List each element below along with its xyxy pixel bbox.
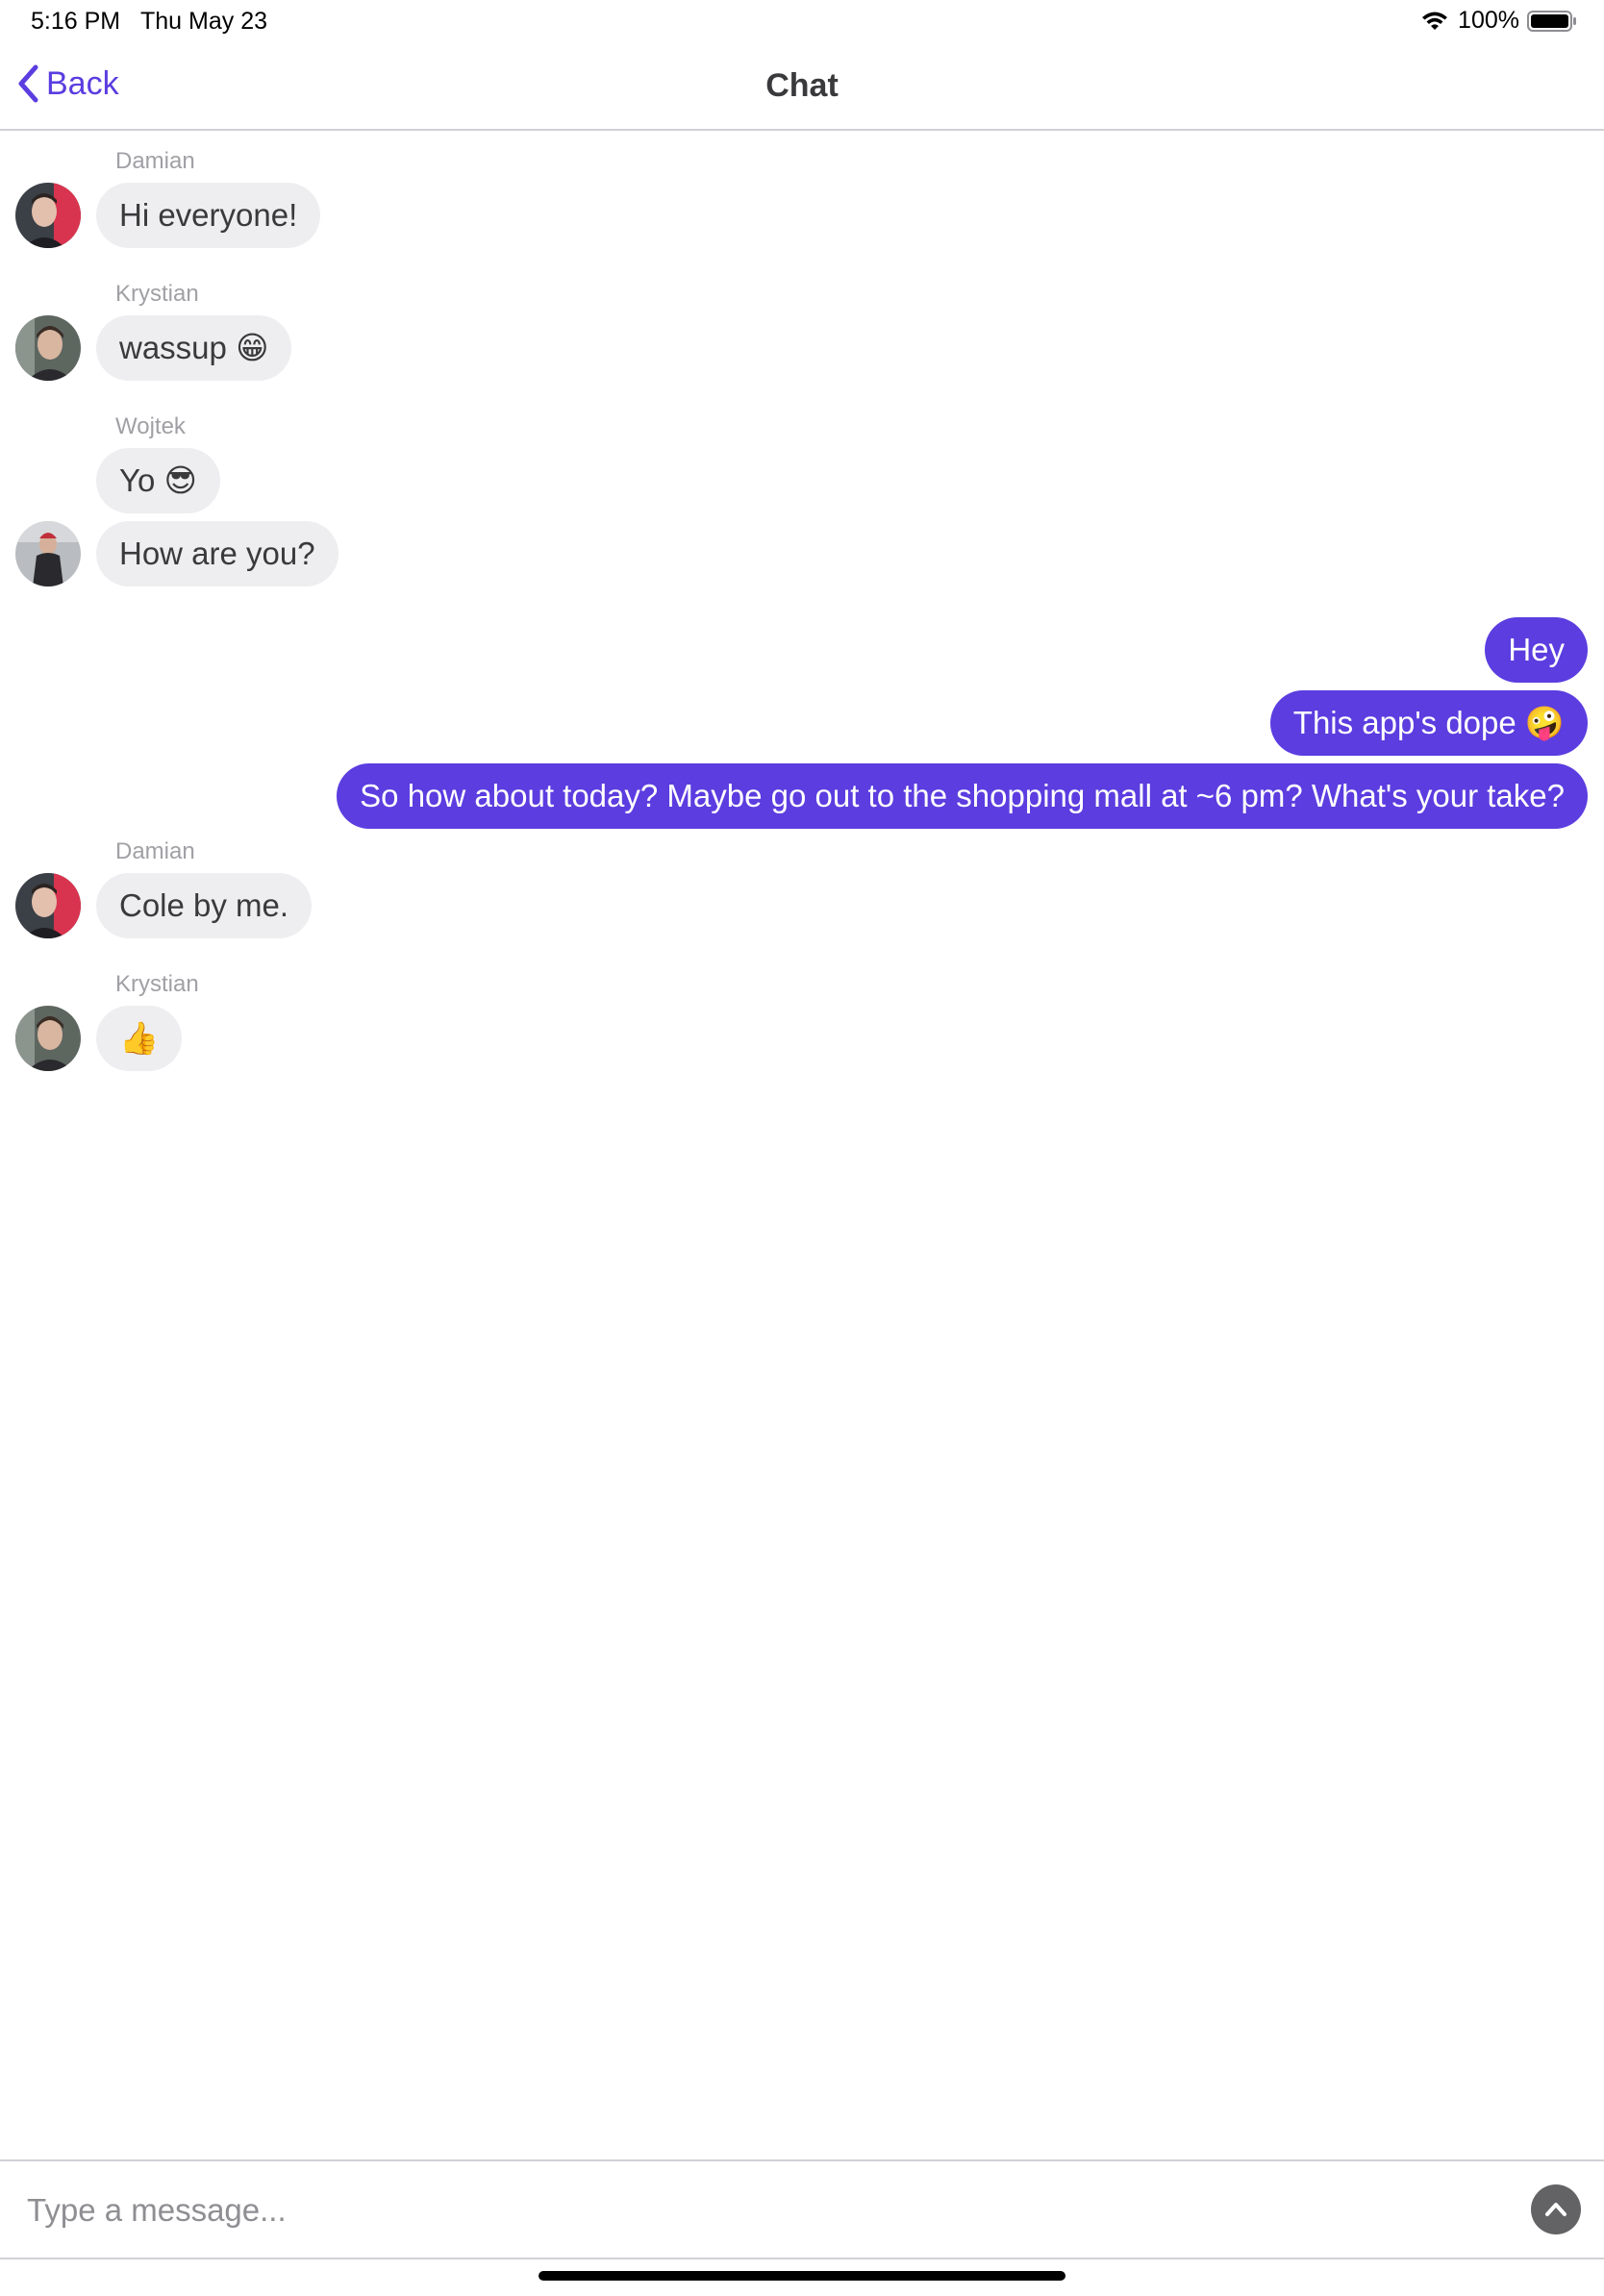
- status-date: Thu May 23: [140, 8, 268, 35]
- message-composer: [0, 2159, 1604, 2259]
- sender-name: Krystian: [115, 971, 199, 997]
- avatar-image: [15, 315, 81, 381]
- message-text: How are you?: [119, 536, 315, 571]
- avatar-krystian[interactable]: [15, 1006, 81, 1071]
- sender-name: Damian: [115, 838, 195, 864]
- home-indicator: [539, 2271, 1065, 2281]
- avatar-image: [15, 1006, 81, 1071]
- message-input[interactable]: [25, 2181, 1471, 2240]
- avatar-image: [15, 873, 81, 938]
- outgoing-message-bubble[interactable]: So how about today? Maybe go out to the …: [337, 763, 1588, 829]
- page-title: Chat: [765, 67, 839, 104]
- sunglasses-emoji: 😎: [163, 462, 197, 499]
- outgoing-message-bubble[interactable]: Hey: [1485, 617, 1588, 683]
- battery-percent: 100%: [1458, 7, 1519, 34]
- message-bubble[interactable]: 👍: [96, 1006, 183, 1071]
- send-button[interactable]: [1531, 2184, 1581, 2234]
- sender-name: Wojtek: [115, 413, 186, 439]
- grinning-emoji: 😁: [236, 329, 269, 366]
- avatar-image: [15, 521, 81, 586]
- message-text: Hey: [1508, 632, 1565, 667]
- avatar-damian[interactable]: [15, 873, 81, 938]
- status-indicators: 100%: [1419, 7, 1577, 35]
- message-bubble[interactable]: wassup 😁: [96, 315, 292, 381]
- chevron-up-icon: [1545, 2203, 1566, 2216]
- message-bubble[interactable]: How are you?: [96, 521, 338, 586]
- message-text: This app's dope: [1292, 705, 1516, 740]
- chat-screen: 5:16 PM Thu May 23 100% Back Chat Damian…: [0, 0, 1604, 2296]
- message-text: wassup: [119, 330, 227, 365]
- message-text: Yo: [119, 462, 156, 498]
- avatar-wojtek[interactable]: [15, 521, 81, 586]
- message-list[interactable]: Damian Hi everyone! Krystian wassup 😁 Wo…: [0, 131, 1604, 2159]
- message-bubble[interactable]: Cole by me.: [96, 873, 313, 938]
- message-bubble[interactable]: Hi everyone!: [96, 183, 321, 248]
- battery-icon: [1527, 10, 1576, 32]
- message-text: Hi everyone!: [119, 197, 298, 233]
- avatar-krystian[interactable]: [15, 315, 81, 381]
- sender-name: Krystian: [115, 281, 199, 307]
- sender-name: Damian: [115, 148, 195, 174]
- avatar-image: [15, 183, 81, 248]
- wifi-icon: [1422, 12, 1448, 30]
- navigation-bar: Back Chat: [0, 44, 1604, 131]
- message-bubble[interactable]: Yo 😎: [96, 448, 220, 513]
- message-text: Cole by me.: [119, 887, 289, 923]
- status-bar: 5:16 PM Thu May 23 100%: [0, 0, 1604, 44]
- avatar-damian[interactable]: [15, 183, 81, 248]
- thumbs-up-emoji: 👍: [119, 1019, 160, 1057]
- status-time: 5:16 PM: [31, 8, 121, 35]
- outgoing-message-bubble[interactable]: This app's dope 🤪: [1269, 690, 1588, 756]
- zany-face-emoji: 🤪: [1524, 704, 1565, 741]
- message-text: So how about today? Maybe go out to the …: [360, 778, 1565, 813]
